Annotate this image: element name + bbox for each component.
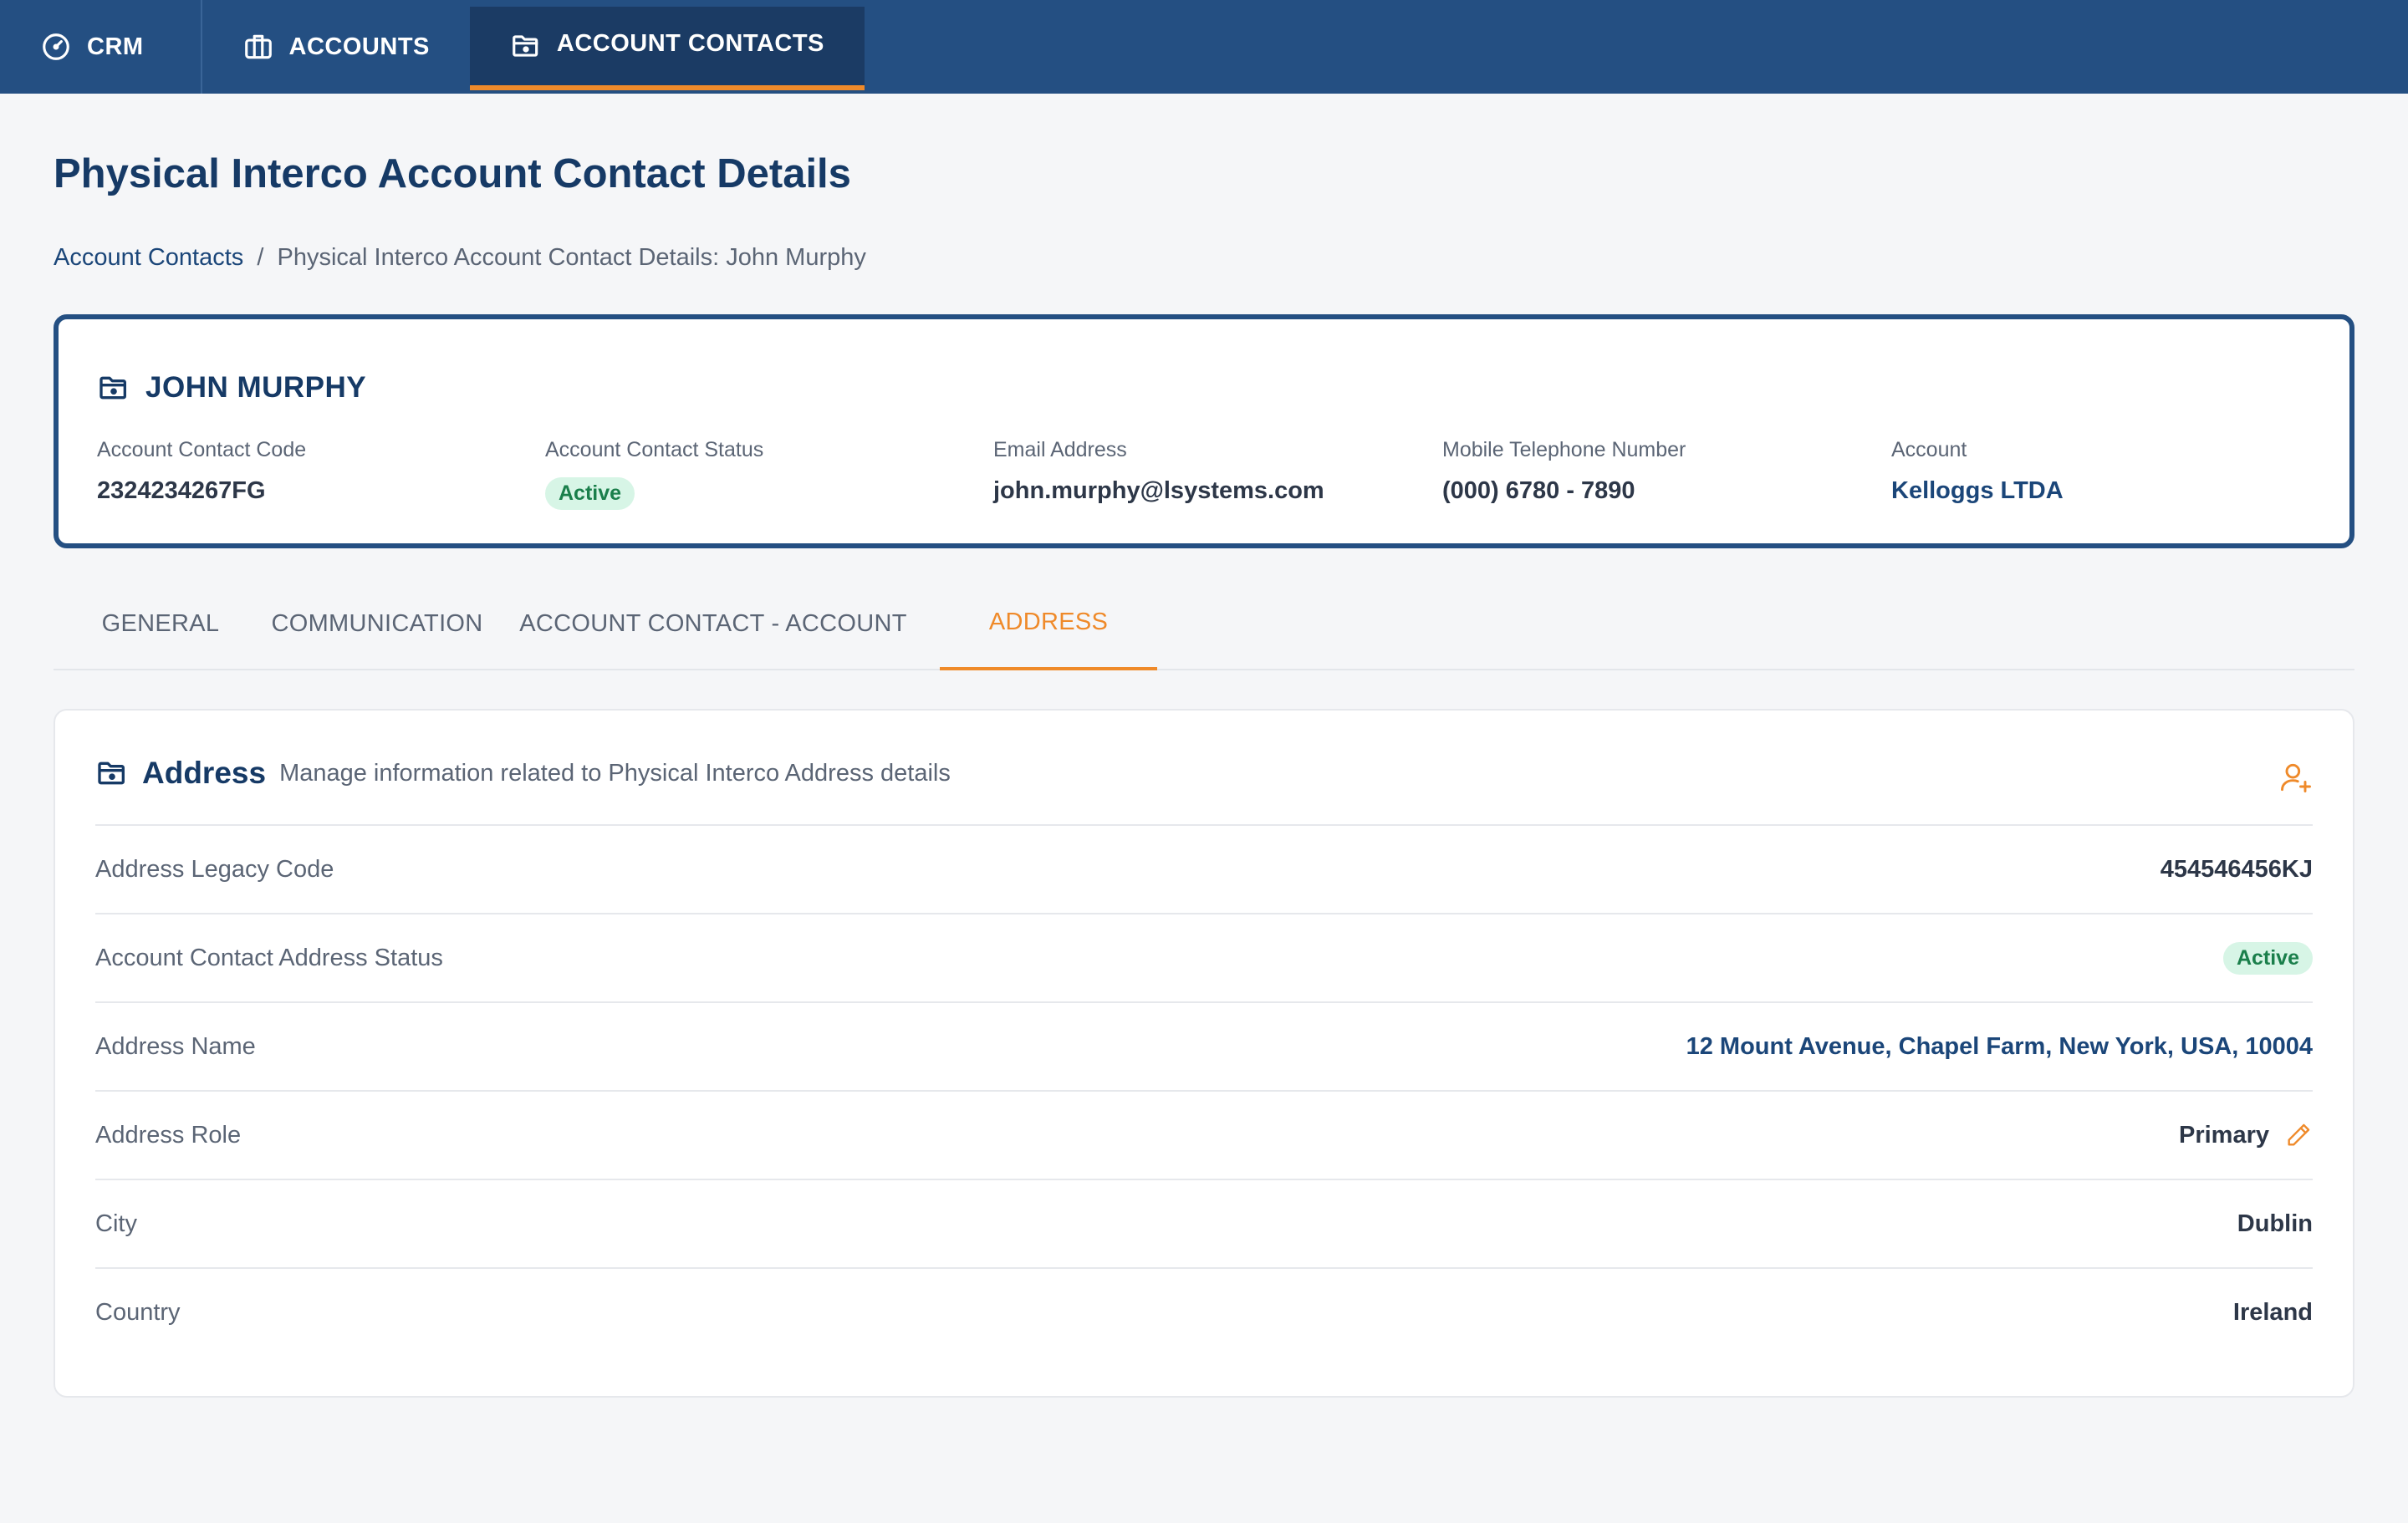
detail-label: Account Contact Address Status: [95, 944, 443, 971]
nav-tab-label: ACCOUNTS: [288, 33, 430, 60]
folder-icon: [98, 762, 125, 785]
pencil-icon[interactable]: [2284, 1121, 2313, 1149]
detail-row-address-name: Address Name 12 Mount Avenue, Chapel Far…: [95, 1001, 2313, 1090]
address-details-list: Address Legacy Code 454546456KJ Account …: [95, 824, 2313, 1356]
breadcrumb-current: Physical Interco Account Contact Details…: [277, 244, 866, 271]
nav-tab-crm[interactable]: CRM: [0, 0, 201, 94]
address-name-link[interactable]: 12 Mount Avenue, Chapel Farm, New York, …: [1686, 1033, 2313, 1061]
nav-tab-account-contacts[interactable]: ACCOUNT CONTACTS: [469, 7, 865, 90]
detail-row-address-status: Account Contact Address Status Active: [95, 913, 2313, 1001]
detail-label: City: [95, 1210, 137, 1237]
detail-row-address-role: Address Role Primary: [95, 1090, 2313, 1179]
field-account-contact-code: Account Contact Code 2324234267FG: [97, 438, 306, 505]
detail-row-country: Country Ireland: [95, 1267, 2313, 1356]
breadcrumb-separator: /: [257, 244, 264, 271]
address-card-subtitle: Manage information related to Physical I…: [279, 759, 951, 787]
breadcrumb: Account Contacts / Physical Interco Acco…: [54, 244, 866, 272]
detail-label: Address Name: [95, 1032, 256, 1060]
tab-account-contact-account[interactable]: ACCOUNT CONTACT - ACCOUNT: [487, 577, 940, 670]
tab-address[interactable]: ADDRESS: [940, 577, 1157, 670]
field-email-address: Email Address john.murphy@lsystems.com: [993, 438, 1324, 505]
detail-value-with-edit: Primary: [2179, 1121, 2313, 1149]
detail-row-address-legacy-code: Address Legacy Code 454546456KJ: [95, 824, 2313, 913]
add-user-icon[interactable]: [2278, 759, 2314, 796]
account-link[interactable]: Kelloggs LTDA: [1891, 477, 2064, 505]
detail-label: Address Role: [95, 1121, 242, 1149]
field-mobile-telephone: Mobile Telephone Number (000) 6780 - 789…: [1442, 438, 1686, 505]
breadcrumb-link-account-contacts[interactable]: Account Contacts: [54, 244, 243, 271]
address-card: Address Manage information related to Ph…: [54, 709, 2354, 1398]
nav-tab-accounts[interactable]: ACCOUNTS: [202, 0, 470, 94]
page-title: Physical Interco Account Contact Details: [54, 151, 851, 196]
detail-label: Country: [95, 1298, 181, 1326]
detail-label: Address Legacy Code: [95, 855, 334, 883]
address-card-title: Address: [142, 756, 267, 790]
gauge-icon: [43, 33, 69, 60]
field-value: 2324234267FG: [97, 477, 266, 504]
nav-tab-label: ACCOUNT CONTACTS: [556, 29, 824, 57]
detail-value: Primary: [2178, 1121, 2269, 1149]
tab-communication[interactable]: COMMUNICATION: [268, 577, 487, 670]
detail-tabs: GENERAL COMMUNICATION ACCOUNT CONTACT - …: [54, 577, 2354, 670]
summary-header: JOHN MURPHY: [97, 371, 366, 405]
detail-value: 454546456KJ: [2160, 855, 2313, 883]
folder-icon: [99, 376, 126, 400]
contact-summary-card: JOHN MURPHY Account Contact Code 2324234…: [54, 314, 2354, 548]
field-label: Mobile Telephone Number: [1442, 438, 1686, 461]
detail-row-city: City Dublin: [95, 1179, 2313, 1267]
field-label: Account Contact Code: [97, 438, 307, 461]
top-navigation: CRM ACCOUNTS ACCOUNT CONTACTS: [0, 0, 2408, 94]
address-card-header: Address Manage information related to Ph…: [95, 756, 951, 791]
field-label: Account Contact Status: [545, 438, 764, 461]
folder-icon: [513, 35, 538, 57]
contact-name: JOHN MURPHY: [145, 371, 367, 404]
detail-value: Dublin: [2237, 1210, 2313, 1237]
field-account: Account Kelloggs LTDA: [1891, 438, 2064, 505]
briefcase-icon: [244, 34, 272, 59]
tab-general[interactable]: GENERAL: [54, 577, 268, 670]
field-account-contact-status: Account Contact Status Active: [545, 438, 763, 510]
detail-value: Ireland: [2232, 1298, 2313, 1326]
field-label: Email Address: [993, 438, 1127, 461]
nav-tab-label: CRM: [87, 33, 144, 60]
status-badge: Active: [2222, 941, 2313, 975]
field-value: (000) 6780 - 7890: [1442, 477, 1635, 504]
field-value: john.murphy@lsystems.com: [993, 477, 1324, 504]
status-badge: Active: [545, 477, 635, 510]
field-label: Account: [1891, 438, 1967, 461]
